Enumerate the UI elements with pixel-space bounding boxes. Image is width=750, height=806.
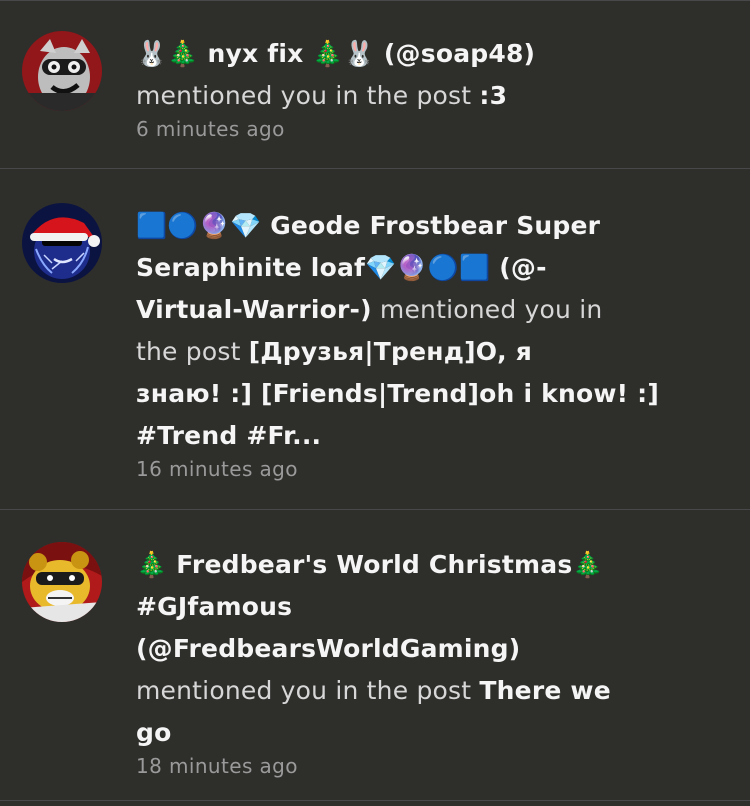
author-name[interactable]: Seraphinite loaf💎🔮🔵🟦 (@- (136, 253, 547, 282)
mention-text: the post (136, 337, 249, 366)
text-line: the post [Друзья|Тренд]О, я (136, 331, 734, 373)
text-line: Virtual-Warrior-) mentioned you in (136, 289, 734, 331)
timestamp: 16 minutes ago (136, 457, 298, 481)
avatar[interactable] (22, 542, 102, 622)
post-title[interactable]: go (136, 718, 171, 747)
text-line: Seraphinite loaf💎🔮🔵🟦 (@- (136, 247, 734, 289)
mention-text: mentioned you in (371, 295, 603, 324)
text-line: #GJfamous (136, 586, 734, 628)
post-title[interactable]: There we (479, 676, 610, 705)
post-title[interactable]: знаю! :] [Friends|Trend]oh i know! :] (136, 379, 659, 408)
author-name[interactable]: 🟦🔵🔮💎 Geode Frostbear Super (136, 211, 600, 240)
author-handle[interactable]: (@FredbearsWorldGaming) (136, 634, 520, 663)
notification-text: 🟦🔵🔮💎 Geode Frostbear Super Seraphinite l… (136, 205, 734, 483)
text-line: mentioned you in the post There we (136, 670, 734, 712)
text-line: mentioned you in the post :3 (136, 75, 734, 117)
avatar[interactable] (22, 31, 102, 111)
mention-text: mentioned you in the post (136, 676, 480, 705)
post-title[interactable]: [Друзья|Тренд]О, я (249, 337, 532, 366)
timestamp: 18 minutes ago (136, 754, 298, 778)
text-line: знаю! :] [Friends|Trend]oh i know! :] (136, 373, 734, 415)
santa-hat-avatar-icon (22, 203, 102, 283)
text-line: 🟦🔵🔮💎 Geode Frostbear Super (136, 205, 734, 247)
notification-text: 🎄 Fredbear's World Christmas🎄 #GJfamous … (136, 544, 734, 780)
notification-item[interactable]: 🟦🔵🔮💎 Geode Frostbear Super Seraphinite l… (0, 169, 750, 510)
text-line: (@FredbearsWorldGaming) (136, 628, 734, 670)
author-name[interactable]: #GJfamous (136, 592, 292, 621)
author-name[interactable]: 🐰🎄 nyx fix 🎄🐰 (@soap48) (136, 39, 535, 68)
author-handle[interactable]: Virtual-Warrior-) (136, 295, 372, 324)
text-line: go (136, 712, 734, 754)
mention-text: mentioned you in the post (136, 81, 480, 110)
notification-text: 🐰🎄 nyx fix 🎄🐰 (@soap48) mentioned you in… (136, 33, 734, 143)
text-line: 🐰🎄 nyx fix 🎄🐰 (@soap48) (136, 33, 734, 75)
notification-list: 🐰🎄 nyx fix 🎄🐰 (@soap48) mentioned you in… (0, 0, 750, 806)
post-title[interactable]: :3 (479, 81, 507, 110)
avatar[interactable] (22, 203, 102, 283)
text-line: #Trend #Fr... (136, 415, 734, 457)
post-title[interactable]: #Trend #Fr... (136, 421, 321, 450)
text-line: 🎄 Fredbear's World Christmas🎄 (136, 544, 734, 586)
author-name[interactable]: 🎄 Fredbear's World Christmas🎄 (136, 550, 604, 579)
notification-item[interactable]: 🎄 Fredbear's World Christmas🎄 #GJfamous … (0, 510, 750, 801)
notification-item[interactable]: 🐰🎄 nyx fix 🎄🐰 (@soap48) mentioned you in… (0, 1, 750, 169)
timestamp: 6 minutes ago (136, 117, 285, 141)
yellow-bear-avatar-icon (22, 542, 102, 622)
masked-face-avatar-icon (22, 31, 102, 111)
